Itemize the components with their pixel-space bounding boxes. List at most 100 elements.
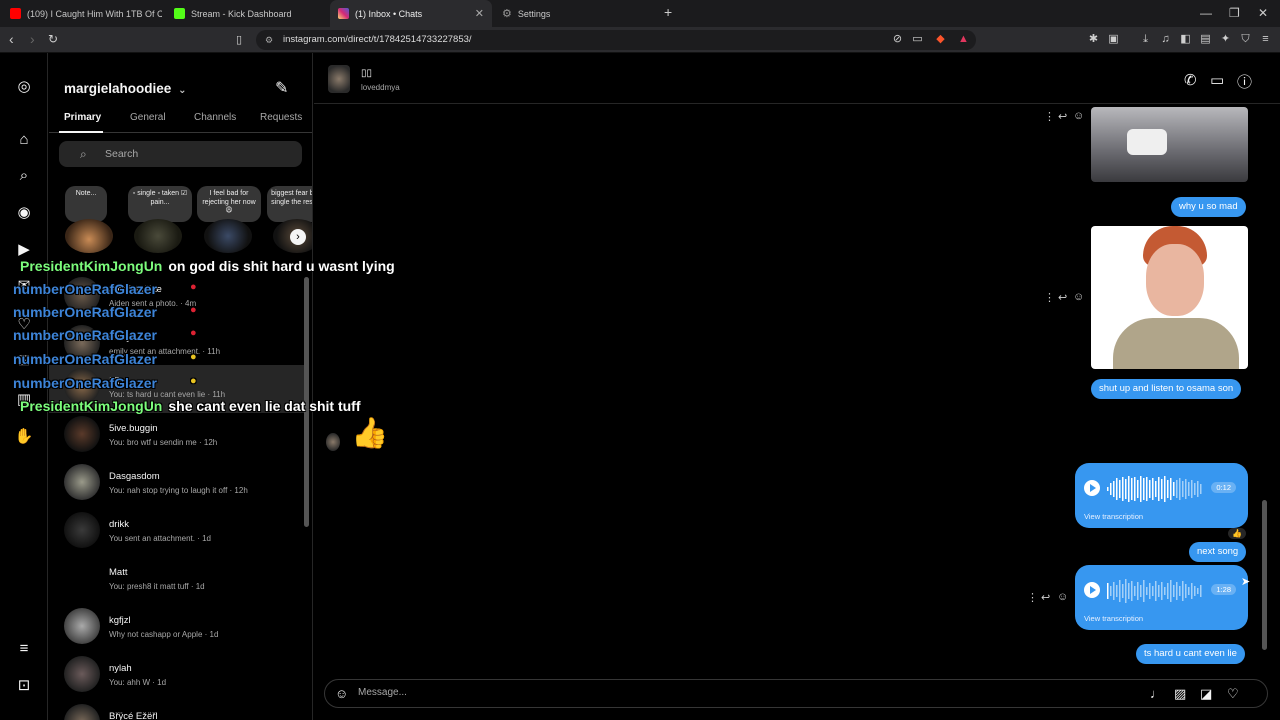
voice-duration: 0:12 bbox=[1211, 482, 1236, 493]
conversation-row[interactable]: nylah You: ahh W · 1d bbox=[49, 653, 307, 701]
menu-icon[interactable]: ≡ bbox=[1259, 33, 1272, 46]
microphone-icon[interactable]: ♩ bbox=[1150, 686, 1163, 701]
conversation-row[interactable]: Matt You: presh8 it matt tuff · 1d bbox=[49, 557, 307, 605]
conversation-row[interactable]: kgfjzl Why not cashapp or Apple · 1d bbox=[49, 605, 307, 653]
chat-scrollbar[interactable] bbox=[1262, 500, 1267, 650]
screenshot-icon[interactable]: ▣ bbox=[1107, 33, 1120, 46]
music-icon[interactable]: ♫ bbox=[1159, 33, 1172, 46]
sent-message[interactable]: next song bbox=[1189, 542, 1247, 562]
browser-tab-youtube[interactable]: (109) I Caught Him With 1TB Of CHI... bbox=[2, 0, 162, 27]
chat-avatar[interactable] bbox=[328, 65, 350, 93]
sticker-icon[interactable]: ◪ bbox=[1200, 686, 1212, 702]
emoji-icon[interactable]: ☺ bbox=[335, 686, 348, 701]
view-transcription-link[interactable]: View transcription bbox=[1084, 512, 1143, 521]
browser-tab-kick[interactable]: Stream - Kick Dashboard bbox=[166, 0, 326, 27]
sent-message[interactable]: ts hard u cant even lie bbox=[1136, 644, 1245, 664]
reels-icon[interactable]: ▶ bbox=[14, 240, 34, 260]
image-upload-icon[interactable]: ▨ bbox=[1174, 686, 1186, 702]
react-emoji-icon[interactable]: ☺ bbox=[1073, 291, 1084, 303]
restore-button[interactable]: ❐ bbox=[1229, 6, 1240, 20]
cast-icon[interactable]: ▭ bbox=[911, 33, 924, 46]
note-bubble[interactable]: Note... bbox=[65, 186, 107, 222]
play-icon[interactable] bbox=[1084, 480, 1100, 496]
profile-avatar[interactable]: ✋ bbox=[14, 427, 34, 447]
close-window-button[interactable]: ✕ bbox=[1258, 6, 1268, 20]
more-options-icon[interactable]: ⋮ bbox=[1044, 110, 1055, 123]
more-menu-icon[interactable]: ≡ bbox=[14, 639, 34, 659]
voice-message[interactable]: 1:28 View transcription bbox=[1075, 565, 1248, 630]
sent-message[interactable]: shut up and listen to osama son bbox=[1091, 379, 1242, 399]
search-icon[interactable]: ⌕ bbox=[14, 166, 34, 186]
tab-channels[interactable]: Channels bbox=[194, 112, 236, 123]
video-call-icon[interactable]: ▭ bbox=[1210, 71, 1224, 89]
thumbs-up-sticker[interactable]: 👍 bbox=[351, 416, 388, 451]
message-composer[interactable]: ☺ Message... ♩ ▨ ◪ ♡ bbox=[324, 679, 1268, 708]
leo-ai-icon[interactable]: ✦ bbox=[1219, 33, 1232, 46]
like-heart-icon[interactable]: ♡ bbox=[1227, 686, 1239, 702]
conversation-row[interactable]: Břÿcé Ežëřl bbox=[49, 701, 307, 720]
voice-message[interactable]: 0:12 View transcription bbox=[1075, 463, 1248, 528]
reply-icon[interactable]: ↩ bbox=[1058, 291, 1067, 304]
image-message[interactable] bbox=[1091, 226, 1248, 369]
note-bubble[interactable]: biggest fear being single the rest of r bbox=[267, 186, 312, 222]
note-bubble[interactable]: I feel bad for rejecting her now😩 bbox=[197, 186, 261, 222]
download-icon[interactable]: ⤓ bbox=[1139, 33, 1152, 46]
conversation-row[interactable]: drikk You sent an attachment. · 1d bbox=[49, 509, 307, 557]
note-avatar[interactable] bbox=[204, 219, 252, 253]
react-emoji-icon[interactable]: ☺ bbox=[1057, 591, 1068, 603]
tab-requests[interactable]: Requests bbox=[260, 112, 302, 123]
conversation-row[interactable]: 5ive.buggin You: bro wtf u sendin me · 1… bbox=[49, 413, 307, 461]
explore-icon[interactable]: ◉ bbox=[14, 203, 34, 223]
info-icon[interactable]: ⓘ bbox=[1237, 71, 1252, 92]
bookmark-icon[interactable]: ▯ bbox=[236, 33, 242, 46]
back-button[interactable]: ‹ bbox=[9, 31, 14, 47]
vpn-shield-icon[interactable]: ⛉ bbox=[1239, 33, 1252, 46]
address-bar-row: ‹ › ↻ ▯ ⚙ instagram.com/direct/t/1784251… bbox=[0, 27, 1280, 53]
chat-name[interactable]: ▯▯ bbox=[361, 68, 372, 79]
also-from-meta-icon[interactable]: ⊡ bbox=[14, 676, 34, 696]
tab-general[interactable]: General bbox=[130, 112, 166, 123]
browser-tab-instagram[interactable]: (1) Inbox • Chats ✕ bbox=[330, 0, 492, 27]
note-bubble[interactable]: ▫ single ▫ taken ☑ pain... bbox=[128, 186, 192, 222]
tab-primary[interactable]: Primary bbox=[64, 112, 101, 123]
note-avatar[interactable] bbox=[134, 219, 182, 253]
site-info-icon[interactable]: ⚙ bbox=[265, 30, 273, 50]
emote-icon: ● bbox=[190, 304, 197, 316]
stream-chat-line: numberOneRafGlazer ● bbox=[13, 304, 197, 320]
sidebar-toggle-icon[interactable]: ◧ bbox=[1179, 33, 1192, 46]
more-options-icon[interactable]: ⋮ bbox=[1027, 591, 1038, 604]
reply-icon[interactable]: ↩ bbox=[1041, 591, 1050, 604]
minimize-button[interactable]: — bbox=[1200, 6, 1212, 20]
thumbs-up-reaction[interactable]: 👍 bbox=[1228, 528, 1246, 539]
view-transcription-link[interactable]: View transcription bbox=[1084, 614, 1143, 623]
chevron-right-icon[interactable]: › bbox=[290, 229, 306, 245]
conversation-preview: You: bro wtf u sendin me · 12h bbox=[109, 438, 218, 447]
note-avatar[interactable] bbox=[65, 219, 113, 253]
wallet-icon[interactable]: ▤ bbox=[1199, 33, 1212, 46]
waveform bbox=[1107, 579, 1202, 603]
image-message[interactable] bbox=[1091, 107, 1248, 182]
reload-button[interactable]: ↻ bbox=[48, 32, 58, 46]
new-message-icon[interactable]: ✎ bbox=[275, 78, 288, 98]
more-options-icon[interactable]: ⋮ bbox=[1044, 291, 1055, 304]
close-tab-icon[interactable]: ✕ bbox=[475, 7, 484, 20]
message-input[interactable]: Message... bbox=[358, 687, 407, 698]
sent-message[interactable]: why u so mad bbox=[1171, 197, 1246, 217]
conversation-row[interactable]: Dasgasdom You: nah stop trying to laugh … bbox=[49, 461, 307, 509]
reply-icon[interactable]: ↩ bbox=[1058, 110, 1067, 123]
instagram-logo-icon[interactable]: ◎ bbox=[14, 77, 34, 97]
new-tab-button[interactable]: + bbox=[664, 4, 672, 20]
play-icon[interactable] bbox=[1084, 582, 1100, 598]
phone-call-icon[interactable]: ✆ bbox=[1184, 71, 1197, 89]
mute-icon[interactable]: ⊘ bbox=[891, 33, 904, 46]
url-field[interactable]: ⚙ instagram.com/direct/t/178425147332278… bbox=[256, 30, 976, 50]
brave-shield-icon[interactable]: ◆ bbox=[934, 33, 947, 46]
search-input[interactable]: ⌕ Search bbox=[59, 141, 302, 167]
extensions-icon[interactable]: ✱ bbox=[1087, 33, 1100, 46]
home-icon[interactable]: ⌂ bbox=[14, 130, 34, 150]
account-username[interactable]: margielahoodiee ⌄ bbox=[64, 81, 186, 96]
rewards-icon[interactable]: ▲ bbox=[957, 33, 970, 46]
forward-button[interactable]: › bbox=[30, 31, 35, 47]
browser-tab-settings[interactable]: ⚙ Settings bbox=[494, 0, 654, 27]
react-emoji-icon[interactable]: ☺ bbox=[1073, 110, 1084, 122]
